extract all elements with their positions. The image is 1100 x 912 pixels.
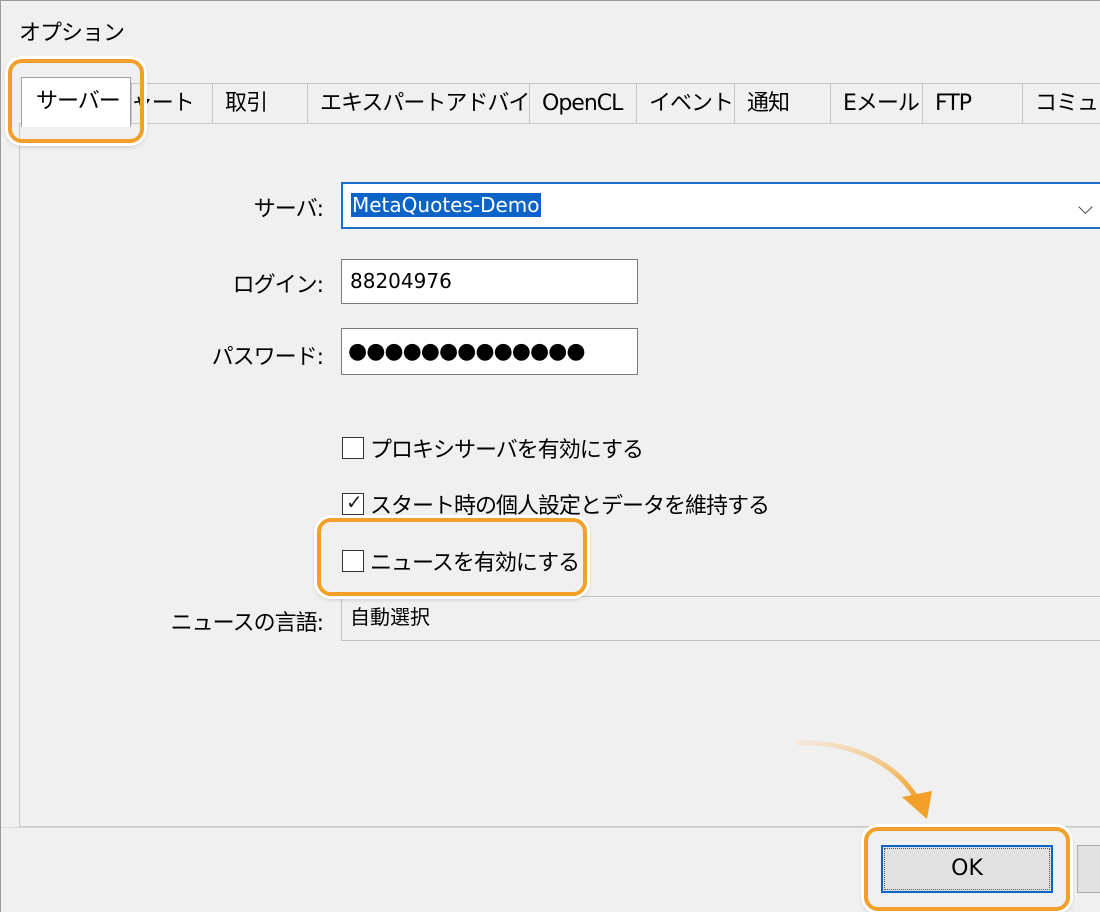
- keep-settings-checkbox-row[interactable]: ✓ スタート時の個人設定とデータを維持する: [342, 488, 770, 520]
- news-checkbox-row[interactable]: ニュースを有効にする: [342, 545, 580, 577]
- password-value: ●●●●●●●●●●●●●: [348, 339, 586, 364]
- tab-chart[interactable]: チャート: [131, 83, 213, 123]
- keep-settings-checkbox-label: スタート時の個人設定とデータを維持する: [370, 494, 770, 519]
- login-label: ログイン:: [232, 273, 324, 298]
- server-label: サーバ:: [253, 197, 324, 222]
- news-language-value: 自動選択: [350, 605, 430, 629]
- cancel-button[interactable]: [1077, 845, 1100, 893]
- proxy-checkbox-label: プロキシサーバを有効にする: [370, 438, 644, 463]
- options-dialog: オプション チャート 取引 エキスパートアドバイザ OpenCL イベント 通知…: [0, 0, 1100, 912]
- news-checkbox[interactable]: [342, 550, 364, 572]
- server-value: MetaQuotes-Demo: [351, 193, 541, 217]
- tab-events[interactable]: イベント: [636, 83, 735, 123]
- password-label: パスワード:: [211, 345, 324, 370]
- password-field[interactable]: ●●●●●●●●●●●●●: [341, 328, 638, 375]
- server-combobox[interactable]: MetaQuotes-Demo ⌵: [341, 182, 1100, 229]
- proxy-checkbox[interactable]: [342, 437, 364, 459]
- chevron-down-icon[interactable]: ⌵: [1078, 186, 1093, 229]
- tab-trade[interactable]: 取引: [212, 83, 308, 123]
- proxy-checkbox-row[interactable]: プロキシサーバを有効にする: [342, 432, 644, 464]
- tab-server[interactable]: サーバー: [21, 77, 131, 127]
- login-field[interactable]: 88204976: [341, 259, 638, 304]
- login-value: 88204976: [350, 269, 452, 293]
- news-language-label: ニュースの言語:: [170, 611, 324, 636]
- tab-notifications[interactable]: 通知: [734, 83, 831, 123]
- window-title: オプション: [19, 21, 125, 46]
- tab-opencl[interactable]: OpenCL: [529, 83, 637, 123]
- tab-email[interactable]: Eメール: [830, 83, 923, 123]
- ok-button[interactable]: OK: [881, 845, 1053, 893]
- tab-expert-advisors[interactable]: エキスパートアドバイザ: [307, 83, 530, 123]
- news-language-combobox[interactable]: 自動選択: [341, 596, 1100, 641]
- tab-community[interactable]: コミュニティ: [1022, 83, 1100, 123]
- news-checkbox-label: ニュースを有効にする: [370, 551, 580, 576]
- keep-settings-checkbox[interactable]: ✓: [342, 490, 364, 515]
- curved-arrow-icon: [796, 740, 932, 819]
- tab-ftp[interactable]: FTP: [922, 83, 1023, 123]
- checkmark-icon: ✓: [346, 490, 363, 514]
